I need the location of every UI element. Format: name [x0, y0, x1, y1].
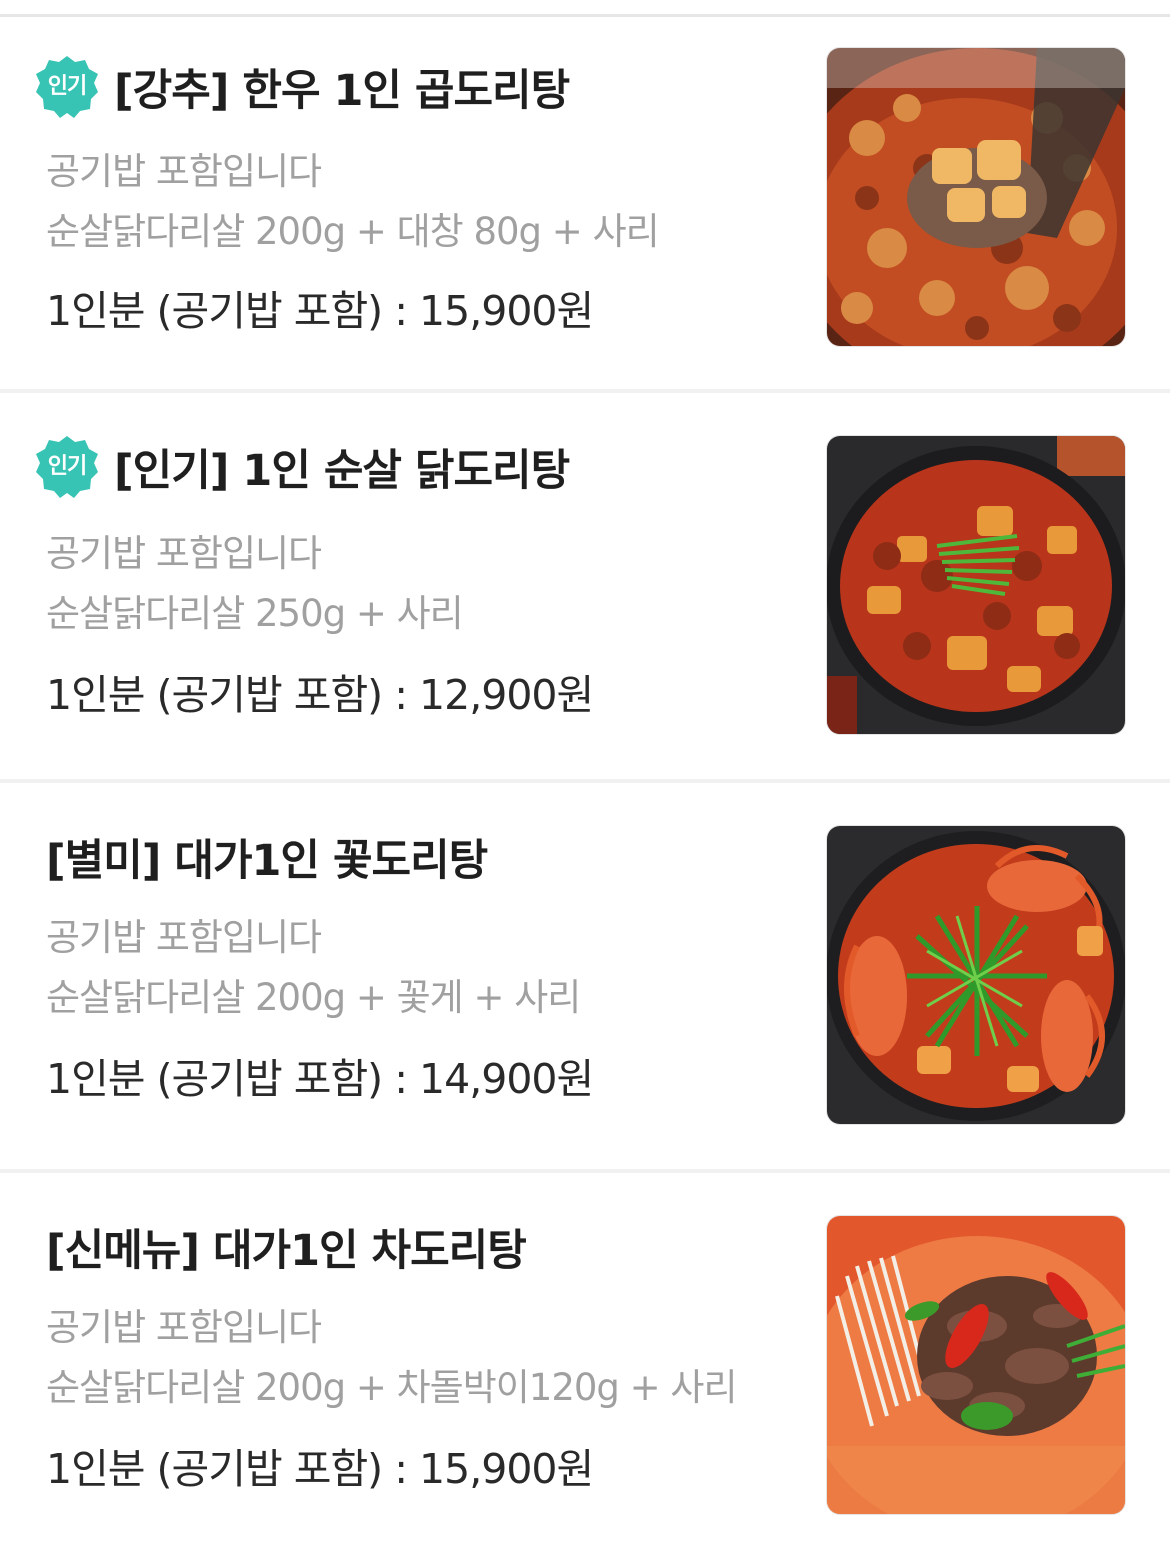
menu-item-composition: 순살닭다리살 200g + 대창 80g + 사리 — [46, 210, 660, 253]
menu-item-description: 공기밥 포함입니다 — [46, 1306, 322, 1349]
menu-list: 인기 [강추] 한우 1인 곱도리탕 공기밥 포함입니다 순살닭다리살 200g… — [0, 17, 1170, 1545]
menu-item-composition: 순살닭다리살 200g + 꽃게 + 사리 — [46, 976, 581, 1019]
menu-item-title: [인기] 1인 순살 닭도리탕 — [114, 446, 570, 496]
chadoritang-photo-image — [827, 1216, 1125, 1514]
menu-item-title-row: 인기 [인기] 1인 순살 닭도리탕 — [34, 436, 570, 498]
badge-label: 인기 — [47, 74, 87, 99]
menu-item[interactable]: 인기 [강추] 한우 1인 곱도리탕 공기밥 포함입니다 순살닭다리살 200g… — [0, 17, 1170, 393]
menu-item-title-row: 인기 [강추] 한우 1인 곱도리탕 — [34, 56, 570, 118]
menu-item-title-row: [별미] 대가1인 꽃도리탕 — [34, 829, 488, 886]
menu-item-price: 1인분 (공기밥 포함) : 15,900원 — [46, 287, 594, 335]
menu-item-photo[interactable] — [826, 1215, 1126, 1515]
menu-item[interactable]: [별미] 대가1인 꽃도리탕 공기밥 포함입니다 순살닭다리살 200g + 꽃… — [0, 783, 1170, 1173]
menu-item-photo[interactable] — [826, 825, 1126, 1125]
popular-badge: 인기 — [34, 434, 100, 500]
menu-item-price: 1인분 (공기밥 포함) : 14,900원 — [46, 1055, 594, 1103]
dakdoritang-photo-image — [827, 436, 1125, 734]
menu-item-description: 공기밥 포함입니다 — [46, 916, 322, 959]
menu-item[interactable]: 인기 [인기] 1인 순살 닭도리탕 공기밥 포함입니다 순살닭다리살 250g… — [0, 393, 1170, 783]
menu-item-composition: 순살닭다리살 250g + 사리 — [46, 592, 464, 635]
menu-item-description: 공기밥 포함입니다 — [46, 532, 322, 575]
menu-item[interactable]: [신메뉴] 대가1인 차도리탕 공기밥 포함입니다 순살닭다리살 200g + … — [0, 1173, 1170, 1545]
menu-item-title: [별미] 대가1인 꽃도리탕 — [46, 836, 488, 886]
badge-label: 인기 — [47, 454, 87, 479]
menu-item-description: 공기밥 포함입니다 — [46, 150, 322, 193]
popular-badge: 인기 — [34, 54, 100, 120]
menu-item-photo[interactable] — [826, 435, 1126, 735]
menu-item-title-row: [신메뉴] 대가1인 차도리탕 — [34, 1219, 527, 1276]
menu-item-title: [신메뉴] 대가1인 차도리탕 — [46, 1226, 527, 1276]
menu-item-composition: 순살닭다리살 200g + 차돌박이120g + 사리 — [46, 1366, 738, 1409]
menu-item-photo[interactable] — [826, 47, 1126, 347]
menu-item-price: 1인분 (공기밥 포함) : 12,900원 — [46, 671, 594, 719]
menu-item-title: [강추] 한우 1인 곱도리탕 — [114, 66, 570, 116]
menu-item-price: 1인분 (공기밥 포함) : 15,900원 — [46, 1445, 594, 1493]
gopdoritang-photo-image — [827, 48, 1125, 346]
kkotdoritang-photo-image — [827, 826, 1125, 1124]
